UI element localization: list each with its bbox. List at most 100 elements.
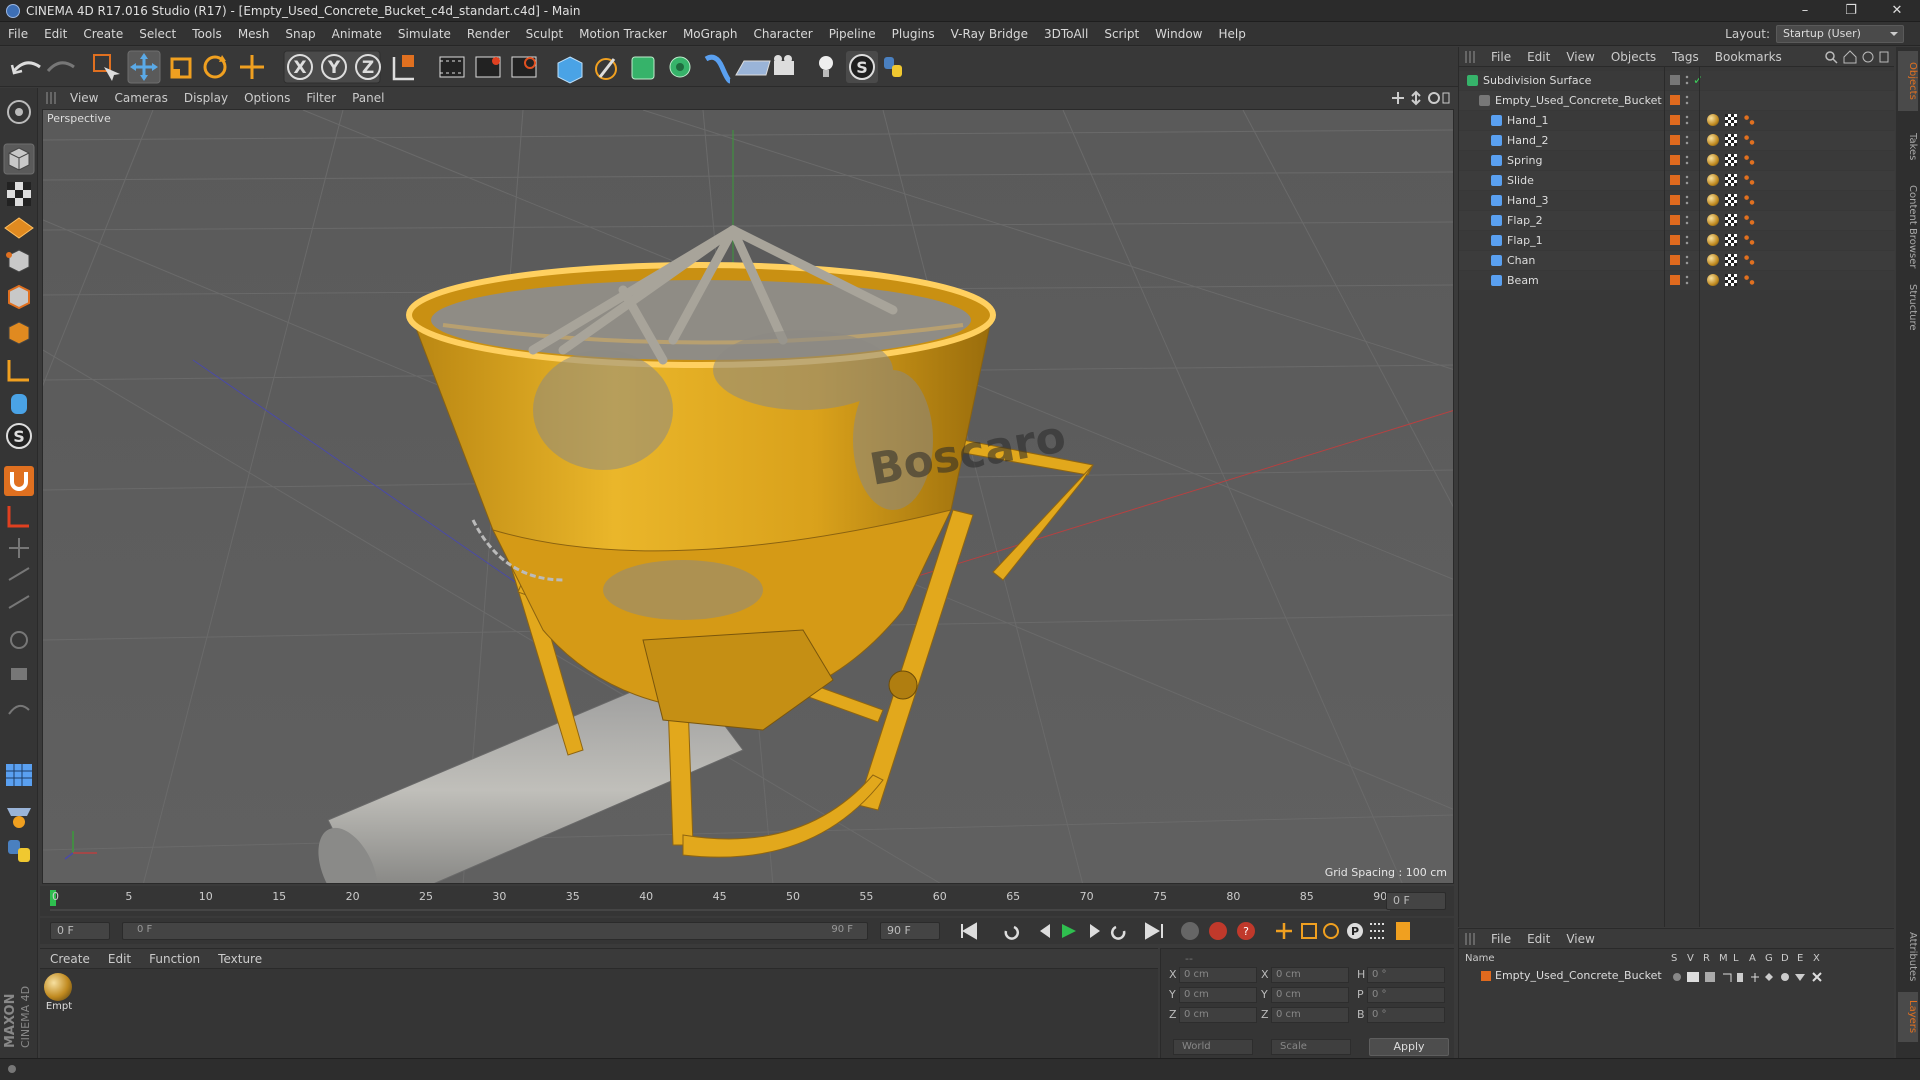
key-pla-icon[interactable] xyxy=(1370,923,1384,939)
uvw-tag-icon[interactable] xyxy=(1725,154,1737,166)
object-manager-search-icons[interactable] xyxy=(1822,49,1892,65)
viewport-navigation-icons[interactable] xyxy=(1390,90,1450,106)
recent-tool-icon[interactable] xyxy=(240,55,264,79)
menu-select[interactable]: Select xyxy=(131,22,184,46)
material-tag-icon[interactable] xyxy=(1707,114,1719,126)
layer-column-header[interactable]: A xyxy=(1749,953,1756,964)
layer-color-swatch[interactable] xyxy=(1670,255,1680,265)
menu-help[interactable]: Help xyxy=(1210,22,1253,46)
object-menu-view[interactable]: View xyxy=(1558,50,1602,64)
object-row[interactable]: Spring xyxy=(1459,151,1895,170)
menu-mograph[interactable]: MoGraph xyxy=(675,22,746,46)
layer-color-swatch[interactable] xyxy=(1670,95,1680,105)
coordinate-value-field[interactable]: 0 ° xyxy=(1367,1007,1445,1023)
coordinate-space-select[interactable]: World xyxy=(1173,1039,1253,1055)
key-parameter-icon[interactable]: P xyxy=(1347,923,1363,939)
coordinate-value-field[interactable]: 0 cm xyxy=(1271,967,1349,983)
menu-simulate[interactable]: Simulate xyxy=(390,22,459,46)
phong-tag-icon[interactable] xyxy=(1743,234,1755,246)
uvw-tag-icon[interactable] xyxy=(1725,254,1737,266)
restore-button[interactable]: ❐ xyxy=(1828,0,1874,22)
play-forward-icon[interactable] xyxy=(1062,924,1076,938)
python-console-icon[interactable] xyxy=(8,840,30,862)
coordinate-value-field[interactable]: 0 cm xyxy=(1179,1007,1257,1023)
undo-icon[interactable] xyxy=(10,61,41,75)
visibility-toggle-icon[interactable] xyxy=(1685,214,1689,226)
panel-grip-icon[interactable] xyxy=(1465,50,1477,63)
viewport-menu-view[interactable]: View xyxy=(64,91,108,105)
pen-spline-icon[interactable] xyxy=(595,58,617,80)
layer-column-header[interactable]: V xyxy=(1687,953,1694,964)
layer-color-swatch[interactable] xyxy=(1670,155,1680,165)
uvw-tag-icon[interactable] xyxy=(1725,214,1737,226)
menu-edit[interactable]: Edit xyxy=(36,22,75,46)
viewport-menu-cameras[interactable]: Cameras xyxy=(108,91,177,105)
object-row[interactable]: Hand_3 xyxy=(1459,191,1895,210)
subdivision-surface-icon[interactable] xyxy=(631,56,655,80)
points-mode-icon[interactable] xyxy=(6,249,30,273)
menu-3dtoall[interactable]: 3DToAll xyxy=(1036,22,1096,46)
object-menu-objects[interactable]: Objects xyxy=(1603,50,1664,64)
material-tag-icon[interactable] xyxy=(1707,234,1719,246)
axis-mode-icon[interactable] xyxy=(7,360,29,382)
object-row[interactable]: Subdivision Surface✓ xyxy=(1459,71,1895,90)
coordinate-value-field[interactable]: 0 cm xyxy=(1179,967,1257,983)
key-scale-icon[interactable] xyxy=(1301,923,1317,939)
layer-column-header[interactable]: Name xyxy=(1465,953,1495,964)
current-frame-field[interactable]: 0 F xyxy=(1386,892,1446,910)
menu-sculpt[interactable]: Sculpt xyxy=(518,22,571,46)
edges-mode-icon[interactable] xyxy=(8,284,30,310)
object-row[interactable]: Slide xyxy=(1459,171,1895,190)
magnet-icon[interactable] xyxy=(4,466,34,496)
uvw-tag-icon[interactable] xyxy=(1725,194,1737,206)
snapping-icon[interactable]: S xyxy=(6,423,32,449)
tab-content-browser[interactable]: Content Browser xyxy=(1898,182,1918,272)
layer-column-header[interactable]: R xyxy=(1703,953,1710,964)
uvw-tag-icon[interactable] xyxy=(1725,174,1737,186)
visibility-toggle-icon[interactable] xyxy=(1685,274,1689,286)
model-mode-icon[interactable] xyxy=(8,147,30,171)
close-button[interactable]: ✕ xyxy=(1874,0,1920,22)
visibility-toggle-icon[interactable] xyxy=(1685,254,1689,266)
object-name[interactable]: Spring xyxy=(1507,151,1543,170)
coordinate-mode-select[interactable]: Scale xyxy=(1271,1039,1351,1055)
layer-color-swatch[interactable] xyxy=(1670,115,1680,125)
uvw-tag-icon[interactable] xyxy=(1725,274,1737,286)
phong-tag-icon[interactable] xyxy=(1743,194,1755,206)
cloner-icon[interactable] xyxy=(669,56,691,78)
viewport-menu-panel[interactable]: Panel xyxy=(346,91,394,105)
object-name[interactable]: Hand_2 xyxy=(1507,131,1548,150)
viewport-menu-filter[interactable]: Filter xyxy=(300,91,346,105)
coordinate-value-field[interactable]: 0 cm xyxy=(1271,987,1349,1003)
render-settings-icon[interactable] xyxy=(511,56,537,78)
menu-render[interactable]: Render xyxy=(459,22,518,46)
object-name[interactable]: Flap_1 xyxy=(1507,231,1543,250)
object-name[interactable]: Slide xyxy=(1507,171,1534,190)
visibility-toggle-icon[interactable] xyxy=(1685,234,1689,246)
layer-color-swatch[interactable] xyxy=(1670,235,1680,245)
record-active-objects-icon[interactable] xyxy=(1209,922,1227,940)
viewport-menu-options[interactable]: Options xyxy=(238,91,300,105)
go-to-start-icon[interactable] xyxy=(961,922,977,940)
menu-file[interactable]: File xyxy=(0,22,36,46)
cube-object-icon[interactable] xyxy=(557,56,583,84)
menu-animate[interactable]: Animate xyxy=(324,22,390,46)
material-tag-icon[interactable] xyxy=(1707,214,1719,226)
key-position-icon[interactable] xyxy=(1276,923,1292,939)
deformer-icon[interactable] xyxy=(704,54,732,84)
polygons-mode-icon[interactable] xyxy=(8,321,30,345)
menu-character[interactable]: Character xyxy=(745,22,820,46)
object-menu-bookmarks[interactable]: Bookmarks xyxy=(1707,50,1790,64)
redo-icon[interactable] xyxy=(46,61,75,73)
previous-frame-icon[interactable] xyxy=(1040,924,1050,938)
object-row[interactable]: Flap_2 xyxy=(1459,211,1895,230)
phong-tag-icon[interactable] xyxy=(1743,254,1755,266)
layer-column-header[interactable]: D xyxy=(1781,953,1789,964)
object-row[interactable]: Hand_1 xyxy=(1459,111,1895,130)
phong-tag-icon[interactable] xyxy=(1743,134,1755,146)
phong-tag-icon[interactable] xyxy=(1743,214,1755,226)
layer-column-header[interactable]: S xyxy=(1671,953,1677,964)
layer-color-swatch[interactable] xyxy=(1670,195,1680,205)
minimize-button[interactable]: – xyxy=(1782,0,1828,22)
coordinate-value-field[interactable]: 0 ° xyxy=(1367,987,1445,1003)
